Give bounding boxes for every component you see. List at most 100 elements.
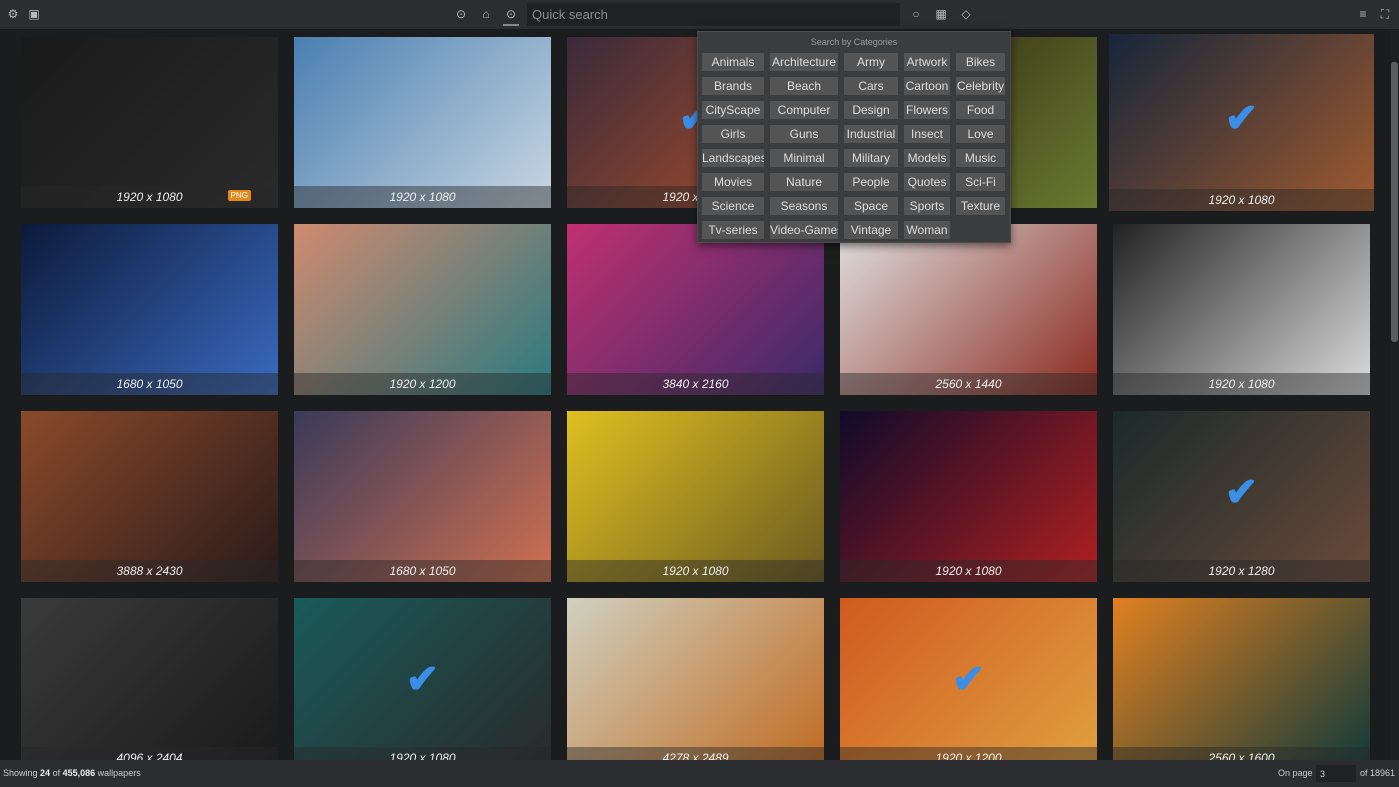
wallpaper-tile[interactable]: 1920 x 1280 ✔: [1113, 411, 1370, 582]
category-space[interactable]: Space: [844, 197, 898, 215]
resolution-label: 1920 x 1080: [1113, 373, 1370, 395]
category-people[interactable]: People: [844, 173, 898, 191]
wallpaper-tile[interactable]: 2560 x 1440: [840, 224, 1097, 395]
checkmark-icon: ✔: [1225, 95, 1259, 141]
wallpaper-tile[interactable]: 1920 x 1080: [840, 411, 1097, 582]
category-design[interactable]: Design: [844, 101, 898, 119]
search-icon[interactable]: ○: [909, 7, 923, 21]
resolution-label: 1680 x 1050: [21, 373, 278, 395]
category-insect[interactable]: Insect: [904, 125, 950, 143]
resolution-label: 2560 x 1600: [1113, 747, 1370, 760]
wallpaper-tile[interactable]: 3888 x 2430: [21, 411, 278, 582]
categories-icon[interactable]: ⊙: [504, 7, 518, 21]
wallpaper-tile[interactable]: 1920 x 1080PNG: [21, 37, 278, 208]
scrollbar-thumb[interactable]: [1391, 62, 1398, 342]
category-animals[interactable]: Animals: [702, 53, 764, 71]
active-indicator: [503, 24, 519, 26]
wallpaper-tile[interactable]: 1680 x 1050: [294, 411, 551, 582]
category-minimal[interactable]: Minimal: [770, 149, 838, 167]
category-nature[interactable]: Nature: [770, 173, 838, 191]
category-brands[interactable]: Brands: [702, 77, 764, 95]
category-girls[interactable]: Girls: [702, 125, 764, 143]
category-vintage[interactable]: Vintage: [844, 221, 898, 239]
wallpaper-tile[interactable]: 1920 x 1080 ✔: [294, 598, 551, 760]
wallpaper-tile[interactable]: 2560 x 1600: [1113, 598, 1370, 760]
category-quotes[interactable]: Quotes: [904, 173, 950, 191]
page-total: of 18961: [1360, 760, 1395, 787]
wallpaper-tile[interactable]: 1920 x 1080 ✔: [1109, 34, 1374, 211]
wallpaper-grid: 1920 x 1080PNG1920 x 10801920 x 1080✔192…: [0, 30, 1390, 760]
wallpaper-tile[interactable]: 1920 x 1080: [294, 37, 551, 208]
home-icon[interactable]: ⌂: [479, 7, 493, 21]
category-computer[interactable]: Computer: [770, 101, 838, 119]
category-music[interactable]: Music: [956, 149, 1005, 167]
quick-search-input[interactable]: [527, 3, 900, 26]
category-seasons[interactable]: Seasons: [770, 197, 838, 215]
resolution-label: 1920 x 1080: [840, 560, 1097, 582]
category-celebrity[interactable]: Celebrity: [956, 77, 1005, 95]
category-cartoon[interactable]: Cartoon: [904, 77, 950, 95]
resolution-label: 1920 x 1080: [1109, 189, 1374, 211]
wallpaper-tile[interactable]: 1920 x 1200 ✔: [840, 598, 1097, 760]
category-landscapes[interactable]: Landscapes: [702, 149, 764, 167]
category-models[interactable]: Models: [904, 149, 950, 167]
category-texture[interactable]: Texture: [956, 197, 1005, 215]
category-bikes[interactable]: Bikes: [956, 53, 1005, 71]
status-bar: Showing 24 of 455,086 wallpapers On page…: [0, 760, 1399, 787]
resolution-label: 1920 x 1080: [294, 747, 551, 760]
category-sci-fi[interactable]: Sci-Fi: [956, 173, 1005, 191]
resolution-label: 1920 x 1200: [840, 747, 1097, 760]
scrollbar[interactable]: [1390, 30, 1399, 760]
wallpaper-tile[interactable]: 1920 x 1200: [294, 224, 551, 395]
png-badge: PNG: [228, 190, 251, 201]
resolution-label: 1920 x 1200: [294, 373, 551, 395]
wallpaper-tile[interactable]: 1920 x 1080: [567, 411, 824, 582]
category-architecture[interactable]: Architecture: [770, 53, 838, 71]
categories-title: Search by Categories: [698, 37, 1010, 49]
download-icon[interactable]: ▣: [27, 7, 41, 21]
top-toolbar: ⚙ ▣ ⊙ ⌂ ⊙ ○ ▦ ◇ ≡ ⛶: [0, 0, 1399, 30]
checkmark-icon: ✔: [952, 656, 986, 702]
category-sports[interactable]: Sports: [904, 197, 950, 215]
category-artwork[interactable]: Artwork: [904, 53, 950, 71]
wallpaper-tile[interactable]: 4096 x 2404: [21, 598, 278, 760]
categories-dropdown: Search by Categories Animals Architecture…: [697, 31, 1011, 243]
resolution-label: 1920 x 1280: [1113, 560, 1370, 582]
color-drop-icon[interactable]: ◇: [959, 7, 973, 21]
category-tv-series[interactable]: Tv-series: [702, 221, 764, 239]
resolution-label: 3888 x 2430: [21, 560, 278, 582]
resolution-label: 1920 x 1080: [294, 186, 551, 208]
category-cityscape[interactable]: CityScape: [702, 101, 764, 119]
page-input[interactable]: [1316, 765, 1356, 782]
wallpaper-tile[interactable]: 1680 x 1050: [21, 224, 278, 395]
sort-icon[interactable]: ≡: [1356, 7, 1370, 21]
resolution-label: 1680 x 1050: [294, 560, 551, 582]
category-science[interactable]: Science: [702, 197, 764, 215]
wallpaper-tile[interactable]: 1920 x 1080: [1113, 224, 1370, 395]
category-movies[interactable]: Movies: [702, 173, 764, 191]
fullscreen-icon[interactable]: ⛶: [1378, 7, 1392, 21]
category-flowers[interactable]: Flowers: [904, 101, 950, 119]
checkmark-icon: ✔: [406, 656, 440, 702]
wallpaper-tile[interactable]: 4278 x 2489: [567, 598, 824, 760]
category-guns[interactable]: Guns: [770, 125, 838, 143]
resolution-label: 2560 x 1440: [840, 373, 1097, 395]
category-food[interactable]: Food: [956, 101, 1005, 119]
category-military[interactable]: Military: [844, 149, 898, 167]
filter-grid-icon[interactable]: ▦: [934, 7, 948, 21]
category-video-games[interactable]: Video-Games: [770, 221, 838, 239]
resolution-label: 1920 x 1080: [567, 560, 824, 582]
category-woman[interactable]: Woman: [904, 221, 950, 239]
wallpaper-tile[interactable]: 3840 x 2160: [567, 224, 824, 395]
category-army[interactable]: Army: [844, 53, 898, 71]
random-icon[interactable]: ⊙: [454, 7, 468, 21]
settings-icon[interactable]: ⚙: [6, 7, 20, 21]
checkmark-icon: ✔: [1225, 469, 1259, 515]
category-industrial[interactable]: Industrial: [844, 125, 898, 143]
resolution-label: 4278 x 2489: [567, 747, 824, 760]
category-love[interactable]: Love: [956, 125, 1005, 143]
on-page-label: On page: [1278, 760, 1313, 787]
resolution-label: 4096 x 2404: [21, 747, 278, 760]
category-beach[interactable]: Beach: [770, 77, 838, 95]
category-cars[interactable]: Cars: [844, 77, 898, 95]
